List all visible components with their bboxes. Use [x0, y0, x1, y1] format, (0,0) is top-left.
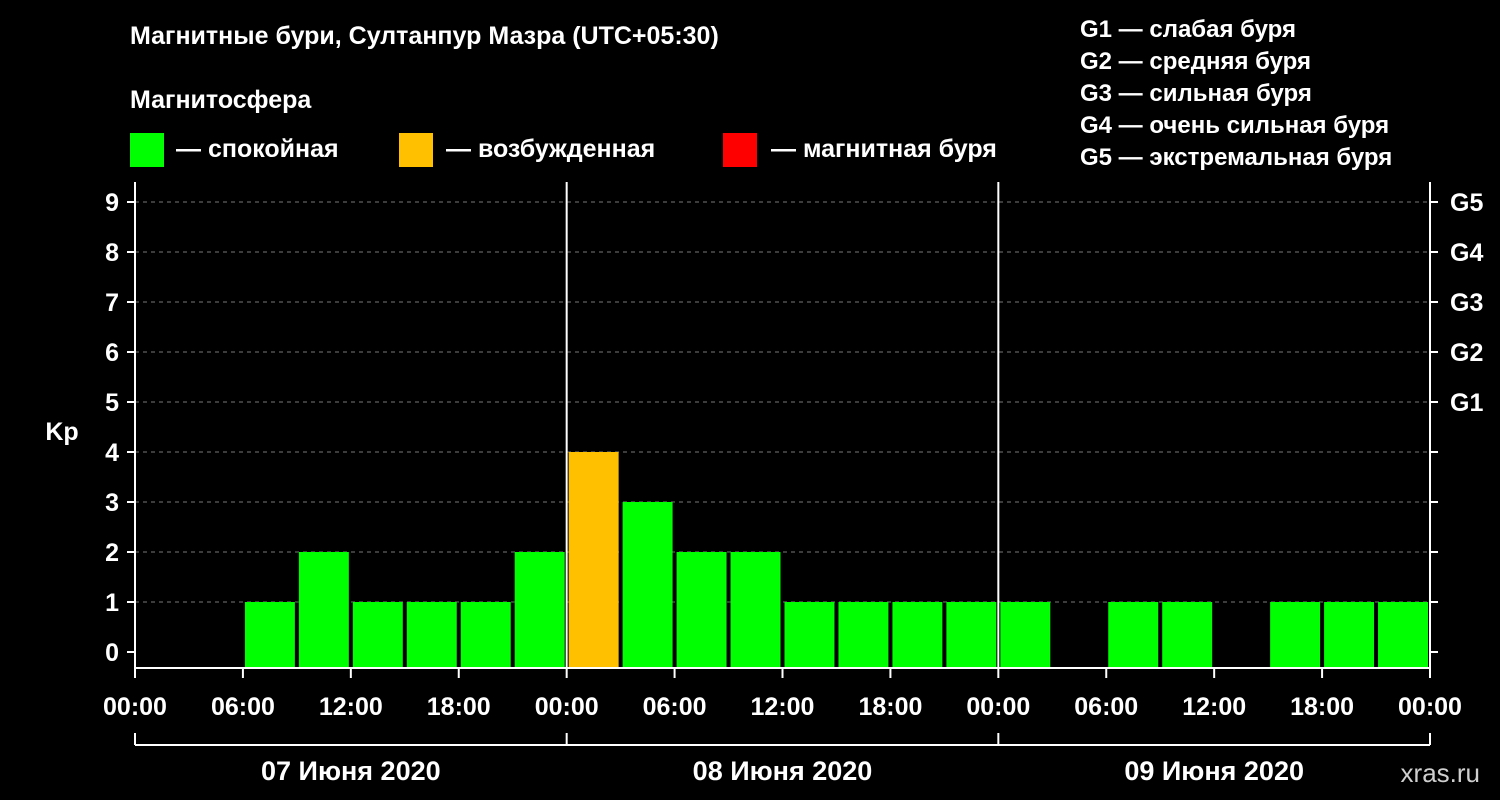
kp-bar [1000, 602, 1051, 667]
x-tick-label: 18:00 [858, 693, 922, 721]
y-tick-label: 0 [105, 639, 119, 667]
day-label: 09 Июня 2020 [1124, 756, 1304, 786]
x-tick-label: 06:00 [1074, 693, 1138, 721]
kp-bar [514, 552, 565, 667]
x-tick-label: 18:00 [1290, 693, 1354, 721]
storm-level-label: G2 [1450, 339, 1483, 367]
y-tick-label: 3 [105, 489, 119, 517]
kp-bar [784, 602, 835, 667]
watermark: xras.ru [1400, 758, 1480, 788]
x-tick-label: 18:00 [427, 693, 491, 721]
y-tick-label: 7 [105, 289, 119, 317]
x-tick-label: 00:00 [1398, 693, 1462, 721]
kp-bar [730, 552, 781, 667]
kp-bar [406, 602, 457, 667]
storm-level-label: G3 [1450, 289, 1483, 317]
x-tick-label: 06:00 [643, 693, 707, 721]
x-tick-label: 12:00 [751, 693, 815, 721]
y-tick-label: 4 [105, 439, 119, 467]
x-tick-label: 00:00 [966, 693, 1030, 721]
kp-bar [1162, 602, 1213, 667]
y-tick-label: 8 [105, 239, 119, 267]
kp-chart: 0 1 2 3 4 5 6 7 8 9 G1 G2 G3 G4 G5 Kp 00:00 06:00 12:00 18:… [45, 182, 1483, 786]
storm-level-label: G5 [1450, 189, 1483, 217]
kp-bar [838, 602, 889, 667]
x-tick-label: 12:00 [319, 693, 383, 721]
day-label: 07 Июня 2020 [261, 756, 441, 786]
kp-bar [892, 602, 943, 667]
kp-bar [1324, 602, 1375, 667]
y-tick-label: 5 [105, 389, 119, 417]
y-tick-label: 6 [105, 339, 119, 367]
kp-bar [244, 602, 295, 667]
kp-bar [622, 502, 673, 667]
storm-level-label: G1 [1450, 389, 1483, 417]
kp-bar [1108, 602, 1159, 667]
kp-bar [1378, 602, 1428, 667]
kp-bar [568, 452, 619, 667]
kp-bar [676, 552, 727, 667]
kp-bar [946, 602, 997, 667]
y-axis-label: Kp [45, 418, 78, 446]
y-tick-label: 2 [105, 539, 119, 567]
x-tick-label: 12:00 [1182, 693, 1246, 721]
kp-bar [298, 552, 349, 667]
kp-bar [352, 602, 403, 667]
y-tick-label: 1 [105, 589, 119, 617]
storm-level-label: G4 [1450, 239, 1483, 267]
kp-bar [460, 602, 511, 667]
kp-bar [1270, 602, 1321, 667]
x-tick-label: 00:00 [103, 693, 167, 721]
x-tick-label: 00:00 [535, 693, 599, 721]
day-label: 08 Июня 2020 [693, 756, 873, 786]
x-tick-label: 06:00 [211, 693, 275, 721]
y-tick-label: 9 [105, 189, 119, 217]
